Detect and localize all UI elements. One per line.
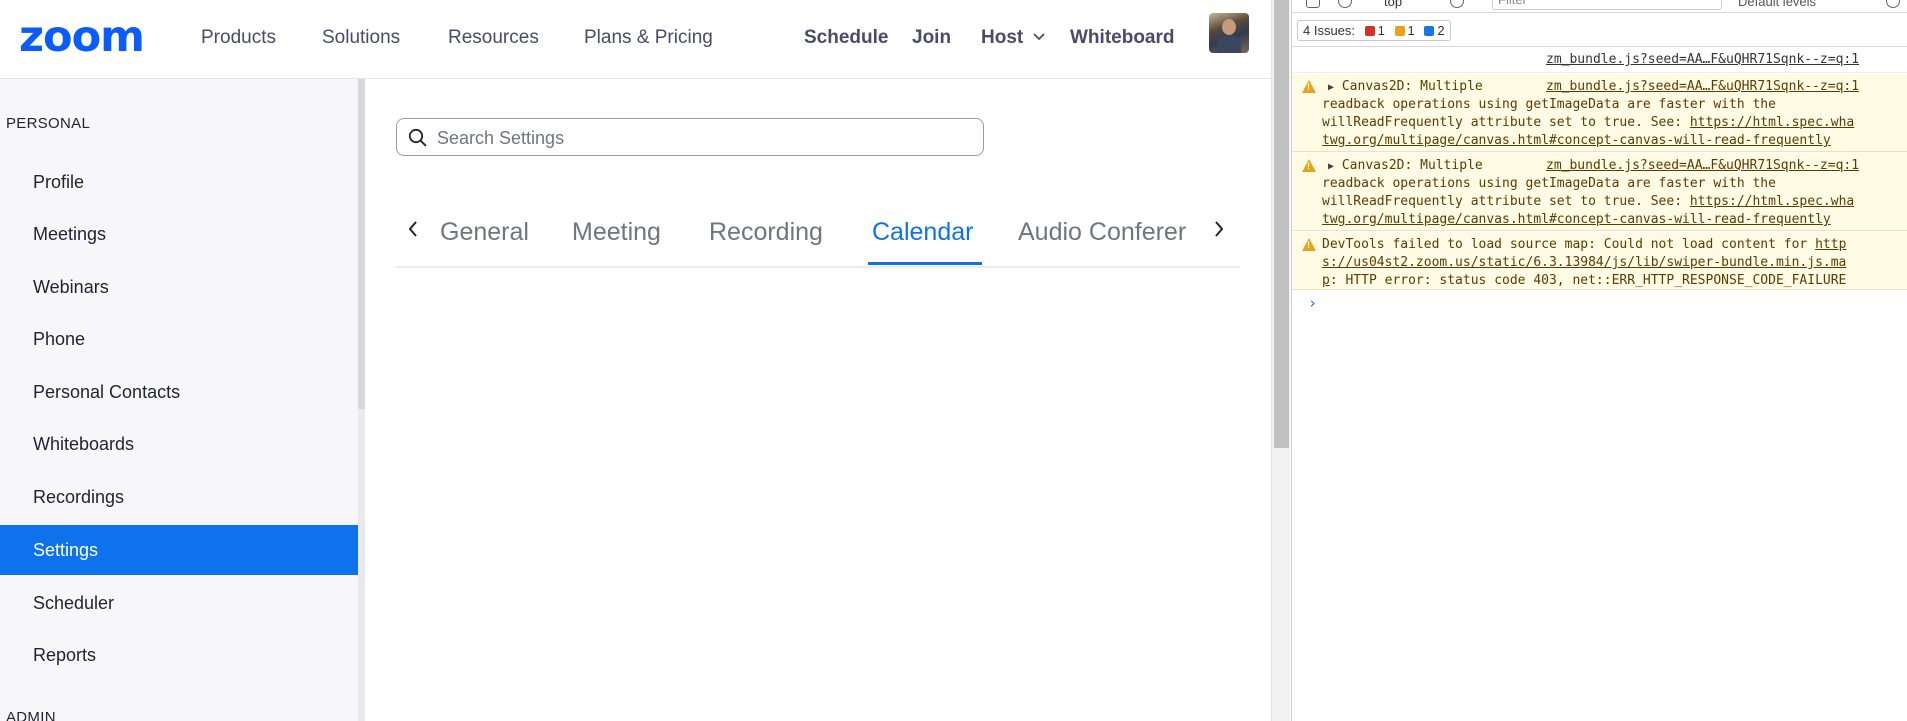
warning-text: readback operations using getImageData a… [1322, 176, 1776, 191]
warning-text: : HTTP error: status code 403, net::ERR_… [1329, 273, 1847, 288]
sidebar-item-scheduler[interactable]: Scheduler [0, 578, 359, 628]
issues-label: 4 Issues: [1303, 23, 1356, 38]
issues-bar: 4 Issues: 1 1 2 [1292, 13, 1907, 47]
warning-text: Canvas2D: Multiple [1341, 79, 1483, 94]
warning-icon [1302, 80, 1316, 93]
search-input[interactable] [435, 123, 969, 153]
issues-button[interactable]: 4 Issues: 1 1 2 [1297, 20, 1451, 41]
source-map-url-link[interactable]: s://us04st2.zoom.us/static/6.3.13984/js/… [1322, 254, 1846, 272]
warning-icon [1394, 26, 1405, 36]
sidebar-item-personal-contacts[interactable]: Personal Contacts [0, 367, 359, 417]
issues-warning-count: 1 [1407, 23, 1415, 38]
tabs-next-button[interactable] [1214, 218, 1224, 244]
avatar[interactable] [1209, 13, 1249, 53]
sidebar-item-profile[interactable]: Profile [0, 157, 359, 207]
eye-icon[interactable] [1450, 0, 1464, 8]
warning-icon [1302, 238, 1316, 251]
section-admin: ADMIN [6, 709, 56, 721]
tab-audio-conferencing[interactable]: Audio Conferer [1018, 218, 1186, 247]
sidebar-item-phone[interactable]: Phone [0, 314, 359, 364]
page-scrollbar[interactable] [1271, 0, 1290, 721]
section-personal: PERSONAL [6, 115, 91, 132]
error-icon [1364, 26, 1375, 36]
warning-text: willReadFrequently attribute set to true… [1322, 194, 1690, 209]
chevron-left-icon [408, 221, 417, 237]
log-levels-dropdown[interactable]: Default levels [1738, 0, 1816, 9]
source-link[interactable]: zm_bundle.js?seed=AA…F&uQHR71Sqnk--z=q:1 [1546, 78, 1859, 96]
console-warning-row: ▶ Canvas2D: Multiple zm_bundle.js?seed=A… [1292, 74, 1907, 152]
info-icon [1424, 26, 1435, 36]
search-settings-field[interactable] [396, 118, 984, 156]
source-link[interactable]: zm_bundle.js?seed=AA…F&uQHR71Sqnk--z=q:1 [1546, 157, 1859, 175]
spec-url-link[interactable]: https://html.spec.wha [1690, 194, 1854, 209]
clear-console-icon[interactable] [1338, 0, 1352, 8]
top-navigation-bar: zoom Products Solutions Resources Plans … [0, 0, 1271, 79]
issues-error-count: 1 [1377, 23, 1385, 38]
issues-info-count: 2 [1437, 23, 1445, 38]
console-filter-input[interactable]: Filter [1492, 0, 1722, 10]
host-label: Host [981, 27, 1024, 48]
source-link[interactable]: zm_bundle.js?seed=AA…F&uQHR71Sqnk--z=q:1 [1546, 51, 1859, 69]
warning-text: readback operations using getImageData a… [1322, 97, 1776, 112]
spec-url-link[interactable]: twg.org/multipage/canvas.html#concept-ca… [1322, 211, 1831, 229]
schedule-link[interactable]: Schedule [804, 26, 888, 50]
sidebar-item-meetings[interactable]: Meetings [0, 209, 359, 259]
spec-url-link[interactable]: https://html.spec.wha [1690, 115, 1854, 130]
settings-sidebar: PERSONAL Profile Meetings Webinars Phone… [0, 79, 365, 721]
tab-calendar[interactable]: Calendar [872, 218, 973, 247]
sidebar-scrollbar[interactable] [358, 79, 365, 721]
sidebar-toggle-icon[interactable] [1306, 0, 1320, 8]
sidebar-item-whiteboards[interactable]: Whiteboards [0, 419, 359, 469]
console-toolbar: top Filter Default levels [1292, 0, 1907, 13]
tab-recording[interactable]: Recording [709, 218, 823, 247]
whiteboard-link[interactable]: Whiteboard [1070, 26, 1175, 50]
devtools-console-panel: top Filter Default levels 4 Issues: 1 1 … [1291, 0, 1907, 721]
context-selector[interactable]: top [1384, 0, 1402, 9]
host-menu[interactable]: Host [981, 26, 1045, 50]
tab-general[interactable]: General [440, 218, 529, 247]
sidebar-item-recordings[interactable]: Recordings [0, 472, 359, 522]
warning-text: DevTools failed to load source map: Coul… [1322, 237, 1816, 252]
source-map-url-link[interactable]: p [1322, 273, 1330, 288]
spec-url-link[interactable]: twg.org/multipage/canvas.html#concept-ca… [1322, 132, 1831, 150]
nav-resources[interactable]: Resources [448, 26, 539, 50]
tabs-prev-button[interactable] [408, 218, 418, 244]
join-link[interactable]: Join [912, 26, 951, 50]
zoom-web-page: zoom Products Solutions Resources Plans … [0, 0, 1271, 721]
console-warning-row: DevTools failed to load source map: Coul… [1292, 232, 1907, 290]
active-tab-indicator [868, 262, 982, 265]
zoom-logo[interactable]: zoom [19, 12, 145, 62]
settings-tabs: General Meeting Recording Calendar Audio… [396, 200, 1240, 268]
warning-icon [1302, 159, 1316, 172]
chevron-right-icon [1215, 221, 1224, 237]
console-row: zm_bundle.js?seed=AA…F&uQHR71Sqnk--z=q:1 [1292, 47, 1907, 73]
nav-products[interactable]: Products [201, 26, 276, 50]
expand-triangle-icon[interactable]: ▶ [1328, 161, 1334, 172]
source-map-url-link[interactable]: http [1815, 237, 1846, 252]
chevron-down-icon [1032, 33, 1045, 41]
tab-meeting[interactable]: Meeting [572, 218, 661, 247]
nav-plans-pricing[interactable]: Plans & Pricing [584, 26, 713, 50]
expand-triangle-icon[interactable]: ▶ [1328, 82, 1334, 93]
console-prompt[interactable]: › [1308, 294, 1317, 312]
console-warning-row: ▶ Canvas2D: Multiple zm_bundle.js?seed=A… [1292, 153, 1907, 231]
sidebar-item-webinars[interactable]: Webinars [0, 262, 359, 312]
sidebar-item-settings[interactable]: Settings [0, 525, 359, 575]
search-icon [408, 128, 427, 147]
warning-text: Canvas2D: Multiple [1341, 158, 1483, 173]
sidebar-item-reports[interactable]: Reports [0, 630, 359, 680]
gear-icon[interactable] [1886, 0, 1900, 8]
nav-solutions[interactable]: Solutions [322, 26, 400, 50]
warning-text: willReadFrequently attribute set to true… [1322, 115, 1690, 130]
